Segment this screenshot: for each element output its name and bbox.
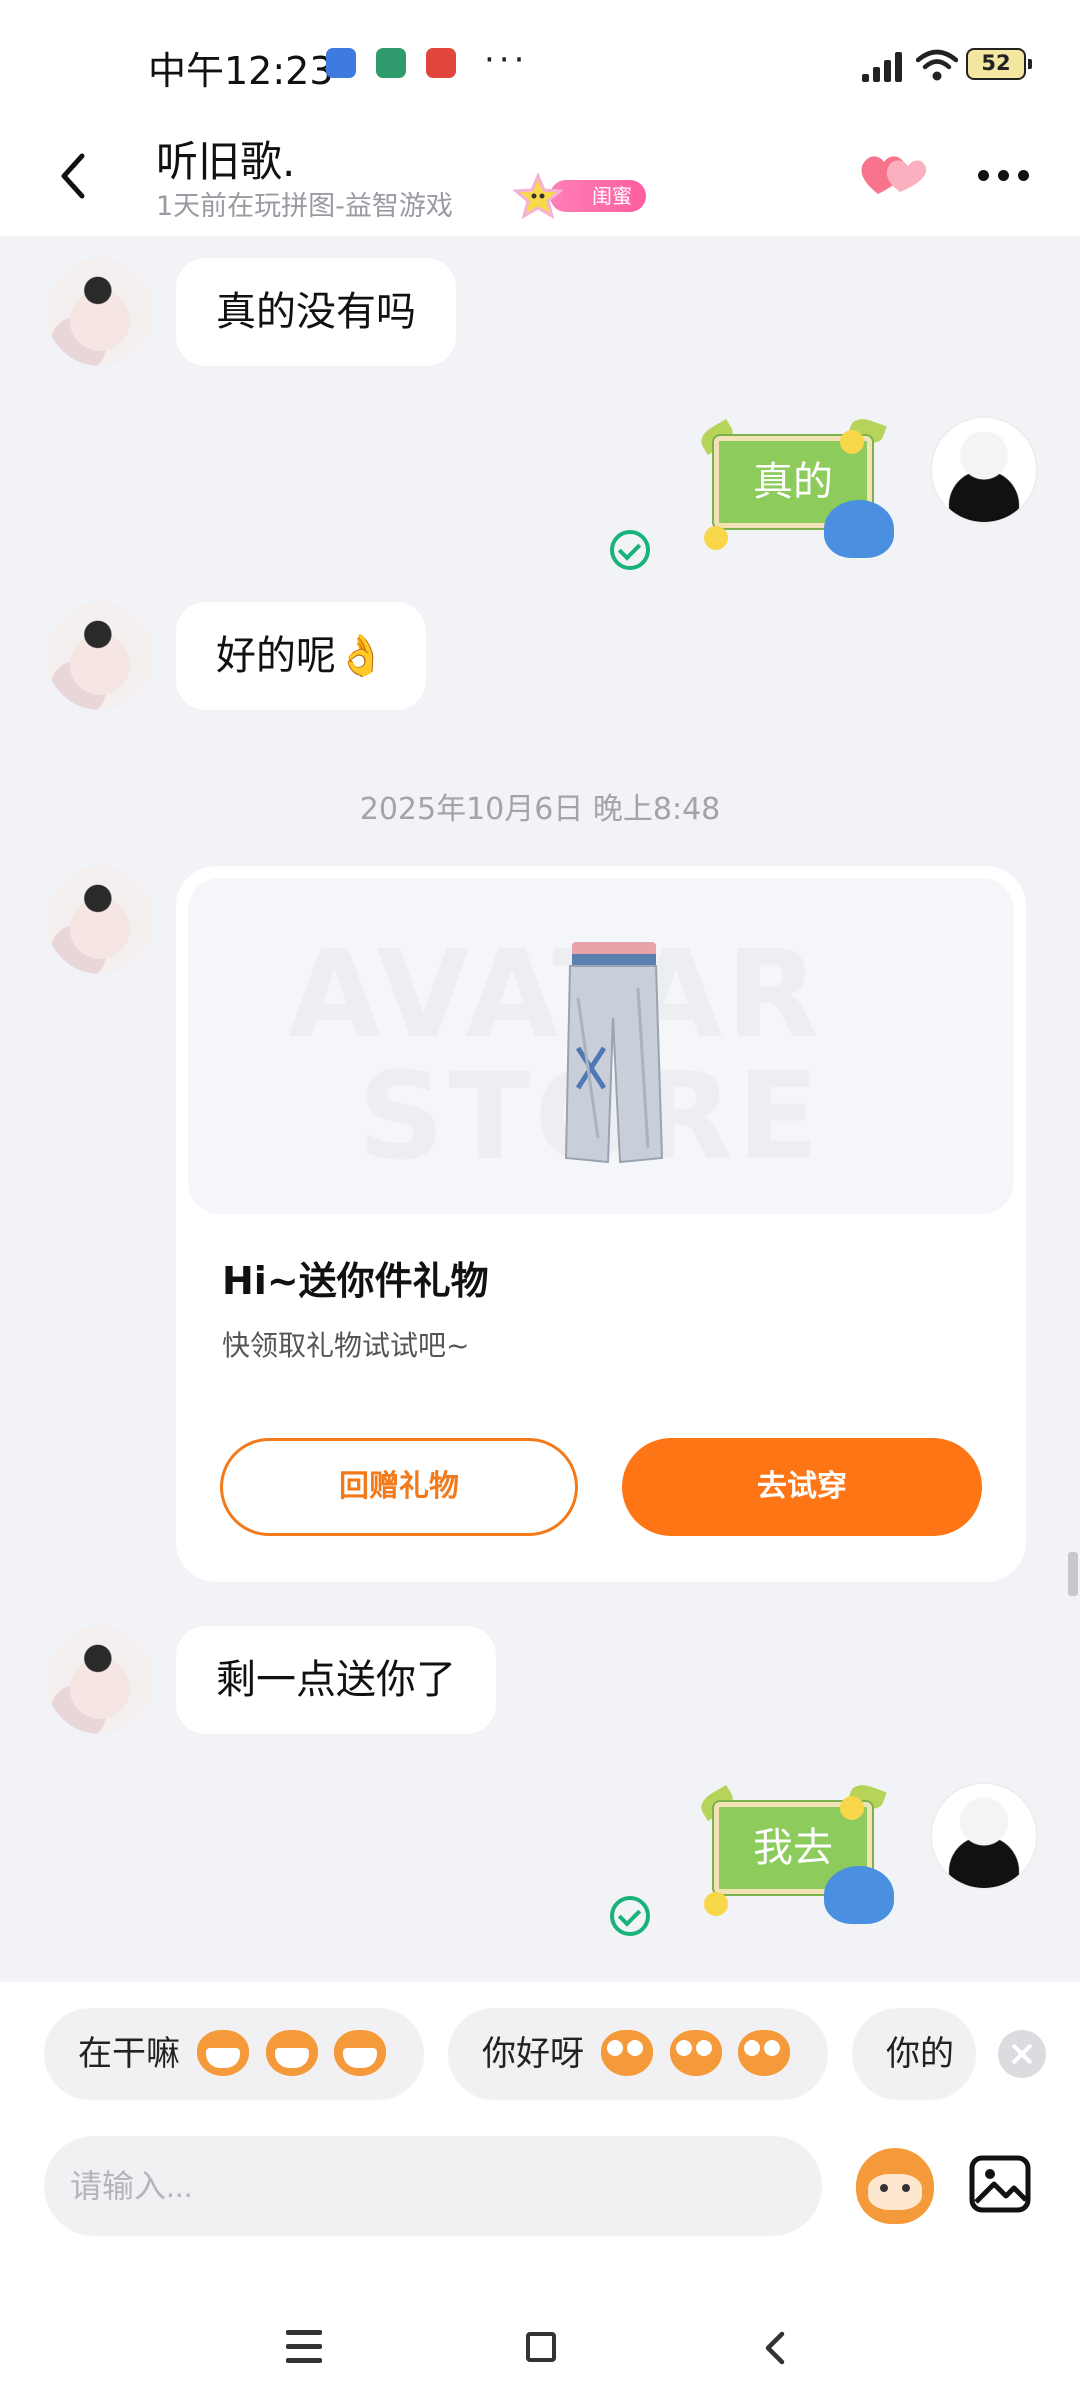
- gift-image[interactable]: AVATAR STORE: [188, 878, 1014, 1214]
- signal-icon: [862, 52, 904, 82]
- contact-avatar[interactable]: [46, 866, 154, 974]
- contact-avatar[interactable]: [46, 602, 154, 710]
- wifi-icon: [916, 49, 958, 81]
- grin-face-icon: [334, 2029, 387, 2076]
- notification-icon: [326, 48, 356, 78]
- grin-face-icon: [265, 2029, 318, 2076]
- grin-face-icon: [196, 2029, 249, 2076]
- message-bubble[interactable]: 真的没有吗: [176, 258, 456, 366]
- quick-reply-text: 在干嘛: [78, 2034, 180, 2074]
- try-on-button[interactable]: 去试穿: [622, 1438, 982, 1536]
- contact-status: 1天前在玩拼图-益智游戏: [156, 191, 453, 222]
- friend-tag[interactable]: 闺蜜: [508, 172, 652, 220]
- star-icon: [512, 172, 564, 220]
- message-input[interactable]: [44, 2136, 822, 2236]
- read-check-icon: [610, 530, 650, 570]
- contact-avatar[interactable]: [46, 258, 154, 366]
- jeans-icon: [564, 942, 664, 1164]
- nav-home-icon[interactable]: [526, 2332, 556, 2362]
- notification-icon: [376, 48, 406, 78]
- bird-icon: [824, 1866, 894, 1924]
- my-avatar[interactable]: [930, 1782, 1038, 1890]
- more-options-icon[interactable]: [974, 156, 1034, 196]
- chat-header: 听旧歌. 1天前在玩拼图-益智游戏 闺蜜: [0, 120, 1080, 236]
- watermark-text: AVATAR: [288, 926, 823, 1065]
- gift-subtitle: 快领取礼物试试吧~: [222, 1329, 470, 1362]
- sticker-message[interactable]: 真的: [690, 408, 900, 558]
- read-check-icon: [610, 1896, 650, 1936]
- status-bar: 中午12:23 ··· 52: [0, 0, 1080, 120]
- gift-card[interactable]: AVATAR STORE Hi~送你件礼物 快领取礼物试试吧~ 回赠礼物 去试穿: [176, 866, 1026, 1582]
- bird-icon: [824, 500, 894, 558]
- image-icon[interactable]: [968, 2152, 1032, 2216]
- contact-name[interactable]: 听旧歌.: [156, 128, 295, 189]
- nav-menu-icon[interactable]: [286, 2330, 322, 2364]
- wow-face-icon: [669, 2029, 722, 2076]
- quick-reply-text: 你好呀: [482, 2034, 584, 2074]
- quick-reply-chip[interactable]: 你的: [852, 2008, 976, 2100]
- sticker-message[interactable]: 我去: [690, 1774, 900, 1924]
- quick-reply-chip[interactable]: 你好呀: [448, 2008, 828, 2100]
- battery-icon: 52: [966, 48, 1032, 80]
- my-avatar[interactable]: [930, 416, 1038, 524]
- return-gift-button[interactable]: 回赠礼物: [220, 1438, 578, 1536]
- message-bubble[interactable]: 好的呢👌: [176, 602, 426, 710]
- notification-icon: [426, 48, 456, 78]
- message-bubble[interactable]: 剩一点送你了: [176, 1626, 496, 1734]
- message-timestamp: 2025年10月6日 晚上8:48: [359, 792, 721, 827]
- hearts-icon[interactable]: [858, 146, 930, 202]
- wow-face-icon: [600, 2029, 653, 2076]
- contact-avatar[interactable]: [46, 1626, 154, 1734]
- back-button[interactable]: [48, 140, 104, 212]
- quick-replies-bar: 在干嘛 你好呀 你的: [0, 1982, 1080, 2122]
- close-icon[interactable]: [998, 2030, 1046, 2078]
- status-time: 中午12:23: [148, 49, 334, 93]
- wow-face-icon: [738, 2029, 791, 2076]
- status-more-icon: ···: [484, 40, 529, 80]
- quick-reply-text: 你的: [886, 2034, 954, 2074]
- emoji-button[interactable]: [856, 2148, 934, 2224]
- input-bar: [0, 2122, 1080, 2400]
- gift-title: Hi~送你件礼物: [222, 1259, 489, 1303]
- chat-area[interactable]: 真的没有吗 真的 好的呢👌 2025年10月6日 晚上8:48 AVATAR S…: [0, 236, 1080, 1982]
- scrollbar[interactable]: [1068, 1552, 1078, 1596]
- nav-back-icon[interactable]: [760, 2328, 790, 2368]
- quick-reply-chip[interactable]: 在干嘛: [44, 2008, 424, 2100]
